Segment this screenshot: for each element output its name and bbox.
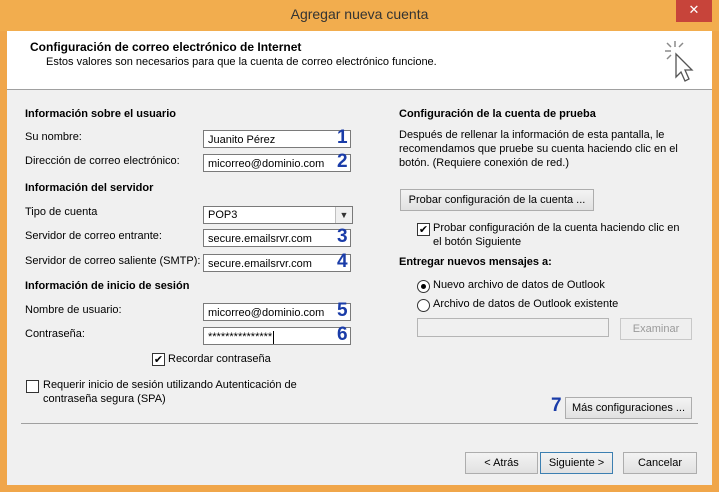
close-icon: ✕ [688,3,700,18]
user-info-heading: Información sobre el usuario [25,108,176,120]
data-file-path-input[interactable] [417,318,609,337]
test-description-line1: Después de rellenar la información de es… [399,129,665,141]
checkmark-icon: ✔ [418,223,429,236]
cursor-click-icon [665,41,694,82]
account-type-value: POP3 [208,209,238,221]
test-description-line3: botón. (Requiere conexión de red.) [399,157,569,169]
deliver-heading: Entregar nuevos mensajes a: [399,256,552,268]
account-type-label: Tipo de cuenta [25,206,98,218]
next-button[interactable]: Siguiente > [540,452,613,474]
spa-label-line2: contraseña segura (SPA) [43,393,166,405]
back-button[interactable]: < Atrás [465,452,538,474]
dialog-client: Configuración de correo electrónico de I… [7,31,712,485]
outgoing-server-label: Servidor de correo saliente (SMTP): [25,255,201,267]
username-label: Nombre de usuario: [25,304,122,316]
radio-dot [421,284,426,289]
incoming-server-label: Servidor de correo entrante: [25,230,162,242]
auto-test-label-line1: Probar configuración de la cuenta hacien… [433,222,680,234]
spa-label-line1: Requerir inicio de sesión utilizando Aut… [43,379,297,391]
window-title: Agregar nueva cuenta [290,6,429,22]
login-info-heading: Información de inicio de sesión [25,280,190,292]
step-number-5: 5 [337,300,348,321]
text-caret [273,330,275,344]
close-button[interactable]: ✕ [676,0,712,22]
outgoing-server-input[interactable]: secure.emailsrvr.com [203,254,351,272]
step-number-3: 3 [337,226,348,247]
remember-password-checkbox[interactable]: ✔ [152,353,165,366]
header-title: Configuración de correo electrónico de I… [30,40,302,54]
existing-data-file-radio[interactable] [417,299,430,312]
existing-data-file-label: Archivo de datos de Outlook existente [433,298,619,310]
test-account-button[interactable]: Probar configuración de la cuenta ... [400,189,594,211]
cancel-button[interactable]: Cancelar [623,452,697,474]
incoming-server-input[interactable]: secure.emailsrvr.com [203,229,351,247]
step-number-2: 2 [337,151,348,172]
server-info-heading: Información del servidor [25,182,154,194]
browse-button[interactable]: Examinar [620,318,692,340]
new-data-file-label: Nuevo archivo de datos de Outlook [433,279,605,291]
step-number-1: 1 [337,127,348,148]
email-input[interactable]: micorreo@dominio.com [203,154,351,172]
dialog-header: Configuración de correo electrónico de I… [7,31,712,90]
more-settings-button[interactable]: Más configuraciones ... [565,397,692,419]
step-number-4: 4 [337,251,348,272]
step-number-7: 7 [551,395,562,416]
header-subtitle: Estos valores son necesarios para que la… [46,56,437,68]
username-input[interactable]: micorreo@dominio.com [203,303,351,321]
title-bar[interactable]: Agregar nueva cuenta ✕ [0,0,719,31]
test-description-line2: recomendamos que pruebe su cuenta hacien… [399,143,678,155]
new-data-file-radio[interactable] [417,280,430,293]
auto-test-checkbox[interactable]: ✔ [417,223,430,236]
footer-divider [21,423,698,424]
password-mask: *************** [208,331,273,343]
test-settings-heading: Configuración de la cuenta de prueba [399,108,596,120]
password-label: Contraseña: [25,328,85,340]
password-input[interactable]: *************** [203,327,351,345]
spa-checkbox[interactable] [26,380,39,393]
dialog-window: Agregar nueva cuenta ✕ Configuración de … [0,0,719,492]
step-number-6: 6 [337,324,348,345]
auto-test-label-line2: el botón Siguiente [433,236,522,248]
email-label: Dirección de correo electrónico: [25,155,180,167]
account-type-select[interactable]: POP3 ▼ [203,206,353,224]
name-label: Su nombre: [25,131,82,143]
name-input[interactable]: Juanito Pérez [203,130,351,148]
remember-password-label: Recordar contraseña [168,353,271,365]
checkmark-icon: ✔ [153,353,164,366]
chevron-down-icon[interactable]: ▼ [335,207,352,223]
